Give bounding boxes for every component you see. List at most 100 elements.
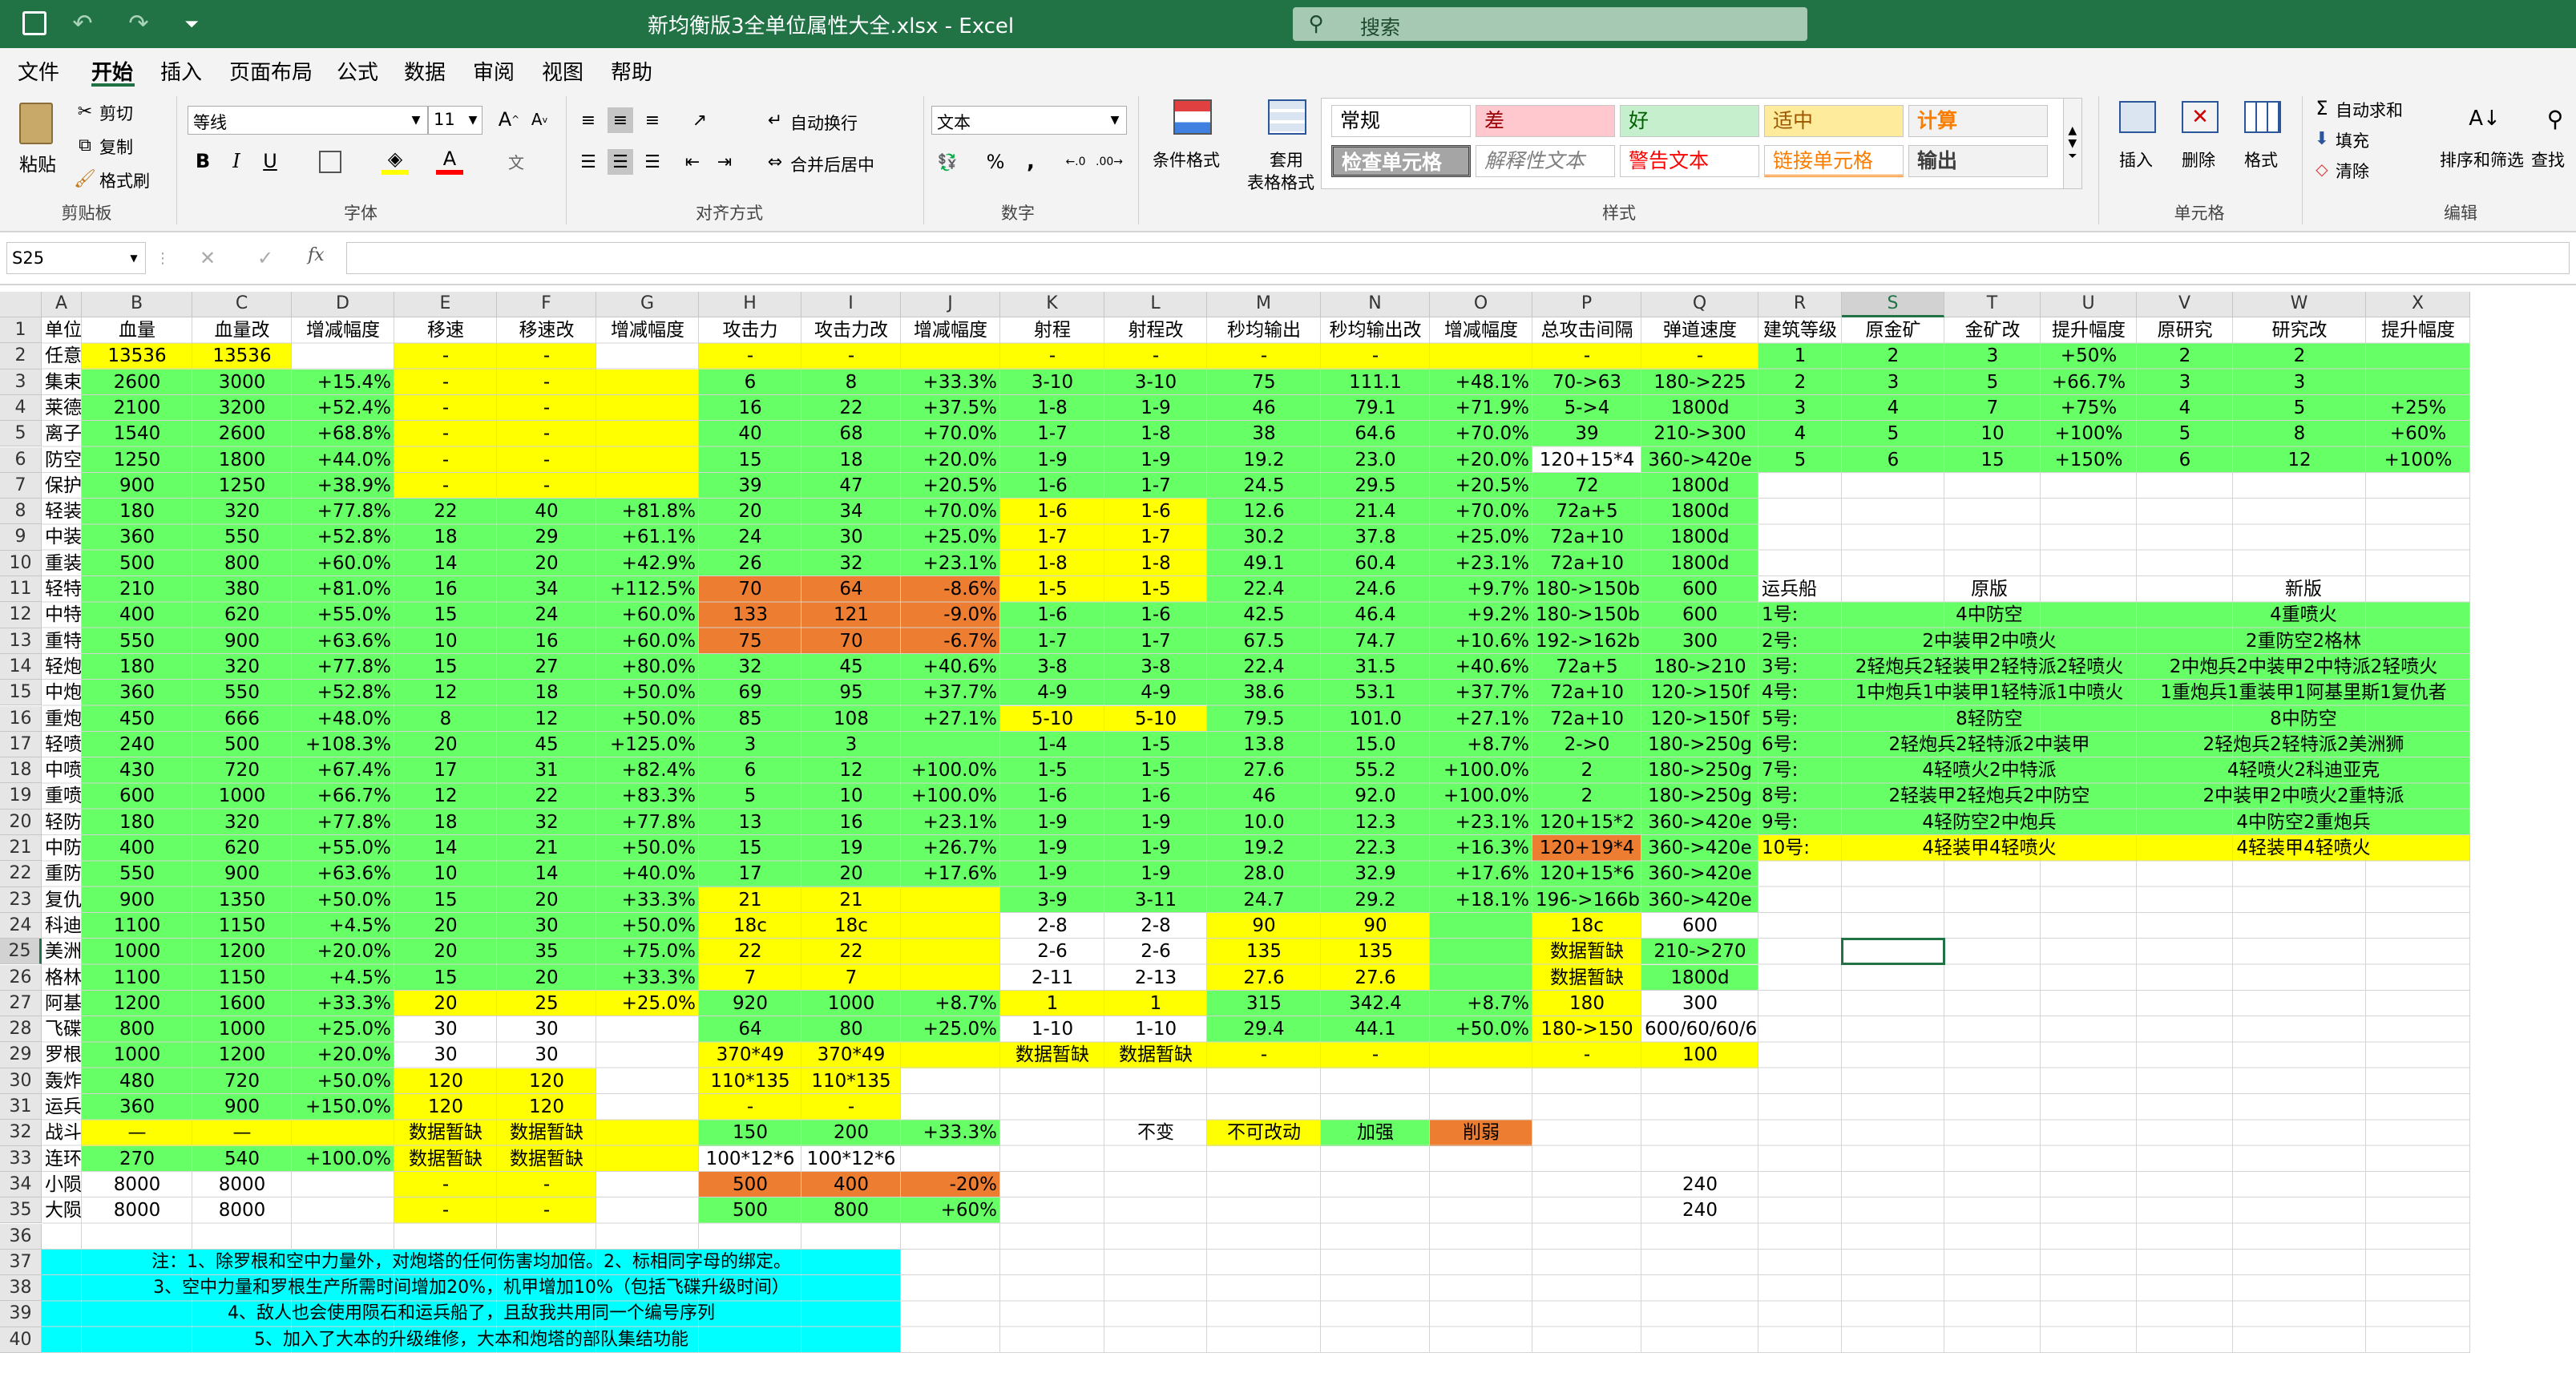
table-cell[interactable]: 1200 bbox=[192, 1042, 292, 1068]
row-header-2[interactable]: 2 bbox=[0, 343, 42, 369]
column-title-cell[interactable]: 单位 bbox=[42, 317, 82, 343]
table-cell[interactable]: 180->225 bbox=[1641, 369, 1758, 395]
table-cell[interactable]: 380 bbox=[192, 576, 292, 602]
column-header-L[interactable]: L bbox=[1104, 292, 1207, 317]
table-cell[interactable]: 1200 bbox=[82, 991, 192, 1016]
table-cell[interactable]: 4轻装甲4轻喷火 bbox=[2137, 835, 2470, 861]
table-cell[interactable]: 135 bbox=[1207, 939, 1321, 964]
row-header-28[interactable]: 28 bbox=[0, 1016, 42, 1043]
table-cell[interactable]: +66.7% bbox=[2041, 369, 2137, 395]
formula-input[interactable] bbox=[346, 242, 2570, 274]
table-cell[interactable]: +8.7% bbox=[1430, 991, 1532, 1016]
row-header-20[interactable]: 20 bbox=[0, 809, 42, 835]
table-cell[interactable]: +77.8% bbox=[596, 810, 699, 835]
table-cell[interactable]: -6.7% bbox=[901, 628, 1000, 654]
table-cell[interactable]: +77.8% bbox=[292, 654, 394, 680]
table-cell[interactable]: 120->150f bbox=[1641, 680, 1758, 705]
table-cell[interactable]: 34 bbox=[497, 576, 596, 602]
table-cell[interactable]: 480 bbox=[82, 1068, 192, 1094]
table-cell[interactable]: 120 bbox=[497, 1068, 596, 1094]
copy-button[interactable]: 复制 bbox=[99, 135, 133, 159]
column-title-cell[interactable]: 原金矿 bbox=[1842, 317, 1944, 343]
table-cell[interactable]: 500 bbox=[699, 1197, 801, 1223]
table-cell[interactable]: 550 bbox=[82, 628, 192, 654]
column-header-P[interactable]: P bbox=[1532, 292, 1641, 317]
row-header-24[interactable]: 24 bbox=[0, 912, 42, 939]
table-cell[interactable]: 100 bbox=[1641, 1042, 1758, 1068]
table-cell[interactable]: 1150 bbox=[192, 965, 292, 991]
sort-filter-button[interactable]: A↓ 排序和筛选 bbox=[2437, 96, 2533, 192]
table-cell[interactable]: 不可改动 bbox=[1207, 1120, 1321, 1145]
unit-name-cell[interactable]: 离子炮塔 bbox=[42, 421, 82, 446]
table-cell[interactable]: 22.4 bbox=[1207, 576, 1321, 602]
table-cell[interactable]: 620 bbox=[192, 602, 292, 628]
table-cell[interactable]: 45 bbox=[801, 654, 901, 680]
tab-home[interactable]: 开始 bbox=[91, 56, 133, 86]
table-cell[interactable]: 80 bbox=[801, 1016, 901, 1042]
comma-icon[interactable]: , bbox=[1019, 149, 1042, 175]
table-cell[interactable]: +50.0% bbox=[292, 887, 394, 913]
table-cell[interactable]: 8 bbox=[801, 369, 901, 395]
tab-insert[interactable]: 插入 bbox=[160, 56, 202, 86]
table-cell[interactable]: - bbox=[394, 473, 497, 499]
table-cell[interactable]: 2100 bbox=[82, 395, 192, 421]
column-header-A[interactable]: A bbox=[42, 292, 82, 317]
paste-button[interactable]: 粘贴 bbox=[11, 96, 61, 191]
table-cell[interactable]: +52.8% bbox=[292, 680, 394, 705]
table-cell[interactable]: 1-9 bbox=[1000, 861, 1104, 886]
unit-name-cell[interactable]: 轻特派 bbox=[42, 576, 82, 602]
table-cell[interactable]: 196->166b bbox=[1532, 887, 1641, 913]
table-cell[interactable]: 2-11 bbox=[1000, 965, 1104, 991]
table-cell[interactable]: +108.3% bbox=[292, 732, 394, 757]
table-cell[interactable]: - bbox=[394, 1197, 497, 1223]
column-header-I[interactable]: I bbox=[801, 292, 901, 317]
align-bottom-icon[interactable]: ≡ bbox=[640, 107, 665, 133]
table-cell[interactable]: 4轻喷火2中特派 bbox=[1842, 757, 2137, 783]
table-cell[interactable]: 3 bbox=[1758, 395, 1842, 421]
table-cell[interactable]: 3 bbox=[1842, 369, 1944, 395]
table-cell[interactable]: 68 bbox=[801, 421, 901, 446]
table-cell[interactable]: 1-7 bbox=[1104, 473, 1207, 499]
row-header-12[interactable]: 12 bbox=[0, 602, 42, 628]
tab-formulas[interactable]: 公式 bbox=[337, 56, 378, 86]
table-cell[interactable]: +50.0% bbox=[1430, 1016, 1532, 1042]
table-cell[interactable]: 15 bbox=[699, 835, 801, 861]
phonetic-icon[interactable]: 文 bbox=[500, 147, 532, 175]
table-cell[interactable]: 600 bbox=[1641, 602, 1758, 628]
table-cell[interactable]: 3 bbox=[801, 732, 901, 757]
table-cell[interactable]: 46.4 bbox=[1321, 602, 1430, 628]
table-cell[interactable]: 2轻装甲2轻炮兵2中防空 bbox=[1842, 783, 2137, 809]
table-cell[interactable]: +60.0% bbox=[596, 602, 699, 628]
table-cell[interactable]: 100*12*6 bbox=[699, 1146, 801, 1172]
table-cell[interactable]: 4-9 bbox=[1104, 680, 1207, 705]
row-header-9[interactable]: 9 bbox=[0, 524, 42, 551]
table-cell[interactable]: 1800d bbox=[1641, 395, 1758, 421]
table-cell[interactable]: 1重炮兵1重装甲1阿基里斯1复仇者 bbox=[2137, 680, 2470, 705]
table-cell[interactable]: 23.0 bbox=[1321, 447, 1430, 473]
table-cell[interactable]: 2-13 bbox=[1104, 965, 1207, 991]
table-cell[interactable]: +20.0% bbox=[901, 447, 1000, 473]
table-cell[interactable]: 20 bbox=[394, 732, 497, 757]
cell-style-6[interactable]: 检查单元格 bbox=[1331, 145, 1471, 177]
table-cell[interactable]: 2中装甲2中喷火2重特派 bbox=[2137, 783, 2470, 809]
table-cell[interactable]: 1-10 bbox=[1104, 1016, 1207, 1042]
table-cell[interactable]: 21.4 bbox=[1321, 499, 1430, 524]
table-cell[interactable]: 900 bbox=[192, 628, 292, 654]
table-cell[interactable]: +25% bbox=[2366, 395, 2470, 421]
table-cell[interactable]: 5 bbox=[1842, 421, 1944, 446]
table-cell[interactable]: +4.5% bbox=[292, 965, 394, 991]
row-header-13[interactable]: 13 bbox=[0, 628, 42, 654]
table-cell[interactable]: 2-8 bbox=[1000, 913, 1104, 939]
table-cell[interactable]: 2中装甲2中喷火 bbox=[1842, 628, 2137, 654]
table-cell[interactable]: 7 bbox=[699, 965, 801, 991]
table-cell[interactable]: +25.0% bbox=[1430, 524, 1532, 550]
table-cell[interactable]: 3200 bbox=[192, 395, 292, 421]
table-cell[interactable]: 64 bbox=[699, 1016, 801, 1042]
table-cell[interactable]: 300 bbox=[1641, 991, 1758, 1016]
unit-name-cell[interactable]: 科迪亚克 bbox=[42, 913, 82, 939]
table-cell[interactable]: +63.6% bbox=[292, 861, 394, 886]
cut-button[interactable]: 剪切 bbox=[99, 101, 133, 125]
table-cell[interactable]: 19.2 bbox=[1207, 447, 1321, 473]
table-cell[interactable]: - bbox=[497, 1172, 596, 1197]
table-cell[interactable]: +60% bbox=[2366, 421, 2470, 446]
